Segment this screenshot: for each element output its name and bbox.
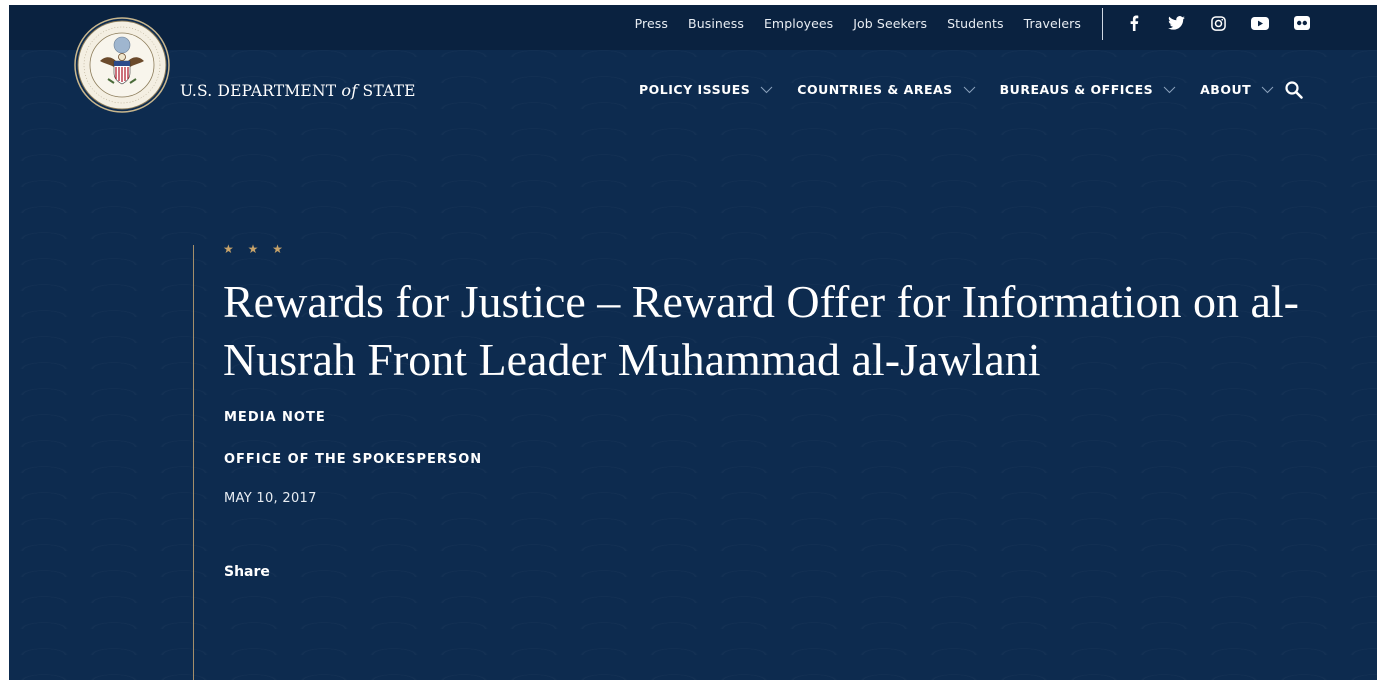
stars-ornament: ★ ★ ★ <box>223 242 288 256</box>
nav-label: COUNTRIES & AREAS <box>797 82 953 97</box>
chevron-down-icon <box>963 86 976 93</box>
main-nav: POLICY ISSUES COUNTRIES & AREAS BUREAUS … <box>639 82 1274 97</box>
youtube-icon[interactable] <box>1250 13 1270 33</box>
site-wordmark[interactable]: U.S. DEPARTMENT of STATE <box>180 81 416 100</box>
utility-bar: Press Business Employees Job Seekers Stu… <box>9 5 1377 50</box>
wordmark-of: of <box>341 81 358 100</box>
social-links <box>1124 13 1312 33</box>
search-icon[interactable] <box>1284 80 1306 102</box>
nav-bureaus-offices[interactable]: BUREAUS & OFFICES <box>1000 82 1176 97</box>
chevron-down-icon <box>1163 86 1176 93</box>
utility-divider <box>1102 8 1103 40</box>
instagram-icon[interactable] <box>1208 13 1228 33</box>
article-office[interactable]: OFFICE OF THE SPOKESPERSON <box>224 452 482 467</box>
nav-policy-issues[interactable]: POLICY ISSUES <box>639 82 773 97</box>
utility-link-business[interactable]: Business <box>688 16 744 31</box>
page: Press Business Employees Job Seekers Stu… <box>9 5 1377 680</box>
wordmark-pre: U.S. DEPARTMENT <box>180 82 337 100</box>
nav-countries-areas[interactable]: COUNTRIES & AREAS <box>797 82 976 97</box>
utility-links: Press Business Employees Job Seekers Stu… <box>635 5 1081 41</box>
chevron-down-icon <box>1261 86 1274 93</box>
utility-link-students[interactable]: Students <box>947 16 1004 31</box>
utility-link-travelers[interactable]: Travelers <box>1024 16 1081 31</box>
utility-link-press[interactable]: Press <box>635 16 668 31</box>
nav-label: POLICY ISSUES <box>639 82 751 97</box>
article-type: MEDIA NOTE <box>224 410 326 425</box>
article-accent-line <box>193 245 194 680</box>
nav-label: ABOUT <box>1200 82 1252 97</box>
article-date: MAY 10, 2017 <box>224 491 317 506</box>
nav-label: BUREAUS & OFFICES <box>999 82 1154 97</box>
twitter-icon[interactable] <box>1166 13 1186 33</box>
utility-link-job-seekers[interactable]: Job Seekers <box>853 16 927 31</box>
nav-about[interactable]: ABOUT <box>1200 82 1274 97</box>
utility-link-employees[interactable]: Employees <box>764 16 833 31</box>
page-title: Rewards for Justice – Reward Offer for I… <box>223 276 1299 385</box>
department-seal-logo[interactable] <box>74 17 170 113</box>
wordmark-post: STATE <box>362 82 416 100</box>
facebook-icon[interactable] <box>1124 13 1144 33</box>
share-button[interactable]: Share <box>224 564 270 580</box>
chevron-down-icon <box>760 86 773 93</box>
flickr-icon[interactable] <box>1292 13 1312 33</box>
